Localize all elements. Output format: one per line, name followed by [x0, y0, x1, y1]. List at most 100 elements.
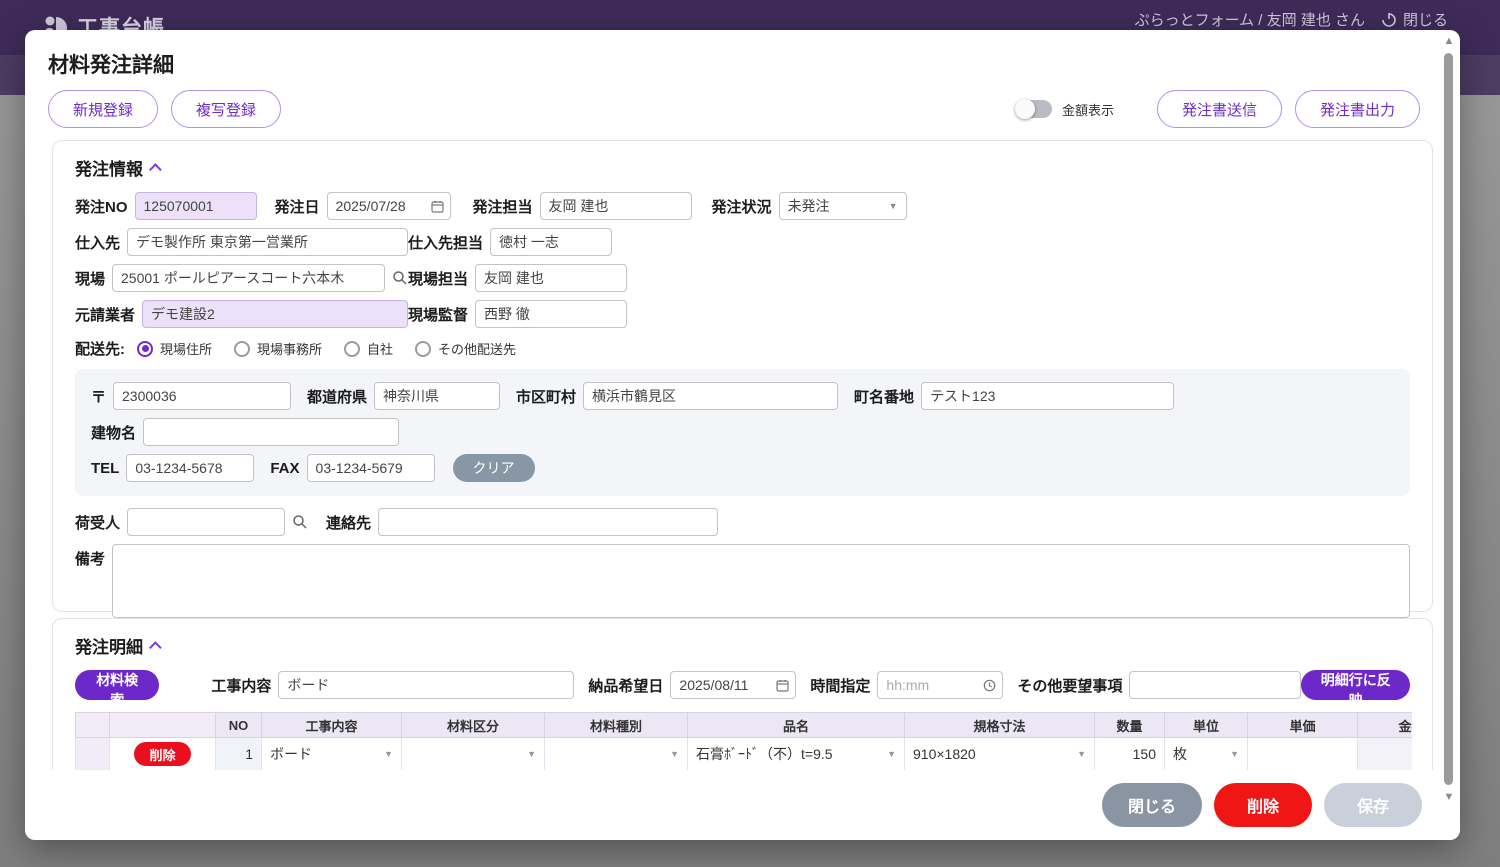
- order-detail-table-wrap: NO 工事内容 材料区分 材料種別 品名 規格寸法 数量 単位 単価 金額: [75, 712, 1412, 770]
- header-user-info: ぷらっとフォーム / 友岡 建也 さん: [1135, 9, 1365, 30]
- modal-toolbar: 新規登録 複写登録 金額表示 発注書送信 発注書出力: [48, 88, 1420, 130]
- order-staff-field[interactable]: [540, 192, 692, 220]
- col-no: NO: [216, 713, 262, 738]
- order-date-field[interactable]: [327, 192, 451, 220]
- radio-icon: [234, 341, 250, 357]
- row-material-category-select[interactable]: ▼: [410, 749, 536, 759]
- fax-field[interactable]: [307, 454, 435, 482]
- col-unit: 単位: [1165, 713, 1248, 738]
- material-order-detail-modal: 材料発注詳細 新規登録 複写登録 金額表示 発注書送信 発注書出力 発注情報 発…: [25, 30, 1460, 840]
- remarks-field[interactable]: [112, 544, 1410, 618]
- order-status-select[interactable]: 未発注 ▼: [779, 192, 907, 220]
- radio-icon: [137, 341, 153, 357]
- supplier-staff-label: 仕入先担当: [408, 232, 483, 253]
- col-sliver: [76, 713, 110, 738]
- apply-to-rows-button[interactable]: 明細行に反映: [1301, 670, 1410, 700]
- copy-register-button[interactable]: 複写登録: [171, 90, 281, 128]
- row-quantity[interactable]: 150: [1095, 738, 1165, 771]
- street-label: 町名番地: [854, 386, 914, 407]
- site-supervisor-field[interactable]: [475, 300, 627, 328]
- other-requests-field[interactable]: [1129, 671, 1301, 699]
- col-quantity: 数量: [1095, 713, 1165, 738]
- street-field[interactable]: [921, 382, 1174, 410]
- search-icon[interactable]: [392, 270, 408, 286]
- col-unit-price: 単価: [1248, 713, 1358, 738]
- row-amount: [1358, 738, 1413, 771]
- radio-other-destination[interactable]: その他配送先: [415, 339, 516, 358]
- scrollbar-thumb[interactable]: [1444, 53, 1453, 785]
- logout-icon: [1381, 12, 1397, 28]
- col-work-content: 工事内容: [262, 713, 402, 738]
- supplier-field[interactable]: [127, 228, 408, 256]
- row-unit-select[interactable]: 枚▼: [1173, 744, 1239, 764]
- city-field[interactable]: [583, 382, 838, 410]
- row-delete-button[interactable]: 削除: [134, 742, 190, 766]
- modal-scrollbar[interactable]: ▲ ▼: [1442, 35, 1456, 803]
- modal-footer: 閉じる 削除 保存: [25, 770, 1460, 840]
- modal-scroll-area: 材料発注詳細 新規登録 複写登録 金額表示 発注書送信 発注書出力 発注情報 発…: [25, 30, 1460, 770]
- page-title: 材料発注詳細: [48, 49, 174, 79]
- row-spec-size-select[interactable]: 910×1820▼: [913, 746, 1086, 762]
- chevron-up-icon[interactable]: [149, 641, 162, 654]
- chevron-up-icon[interactable]: [149, 163, 162, 176]
- col-action: [110, 713, 216, 738]
- col-product-name: 品名: [688, 713, 905, 738]
- export-order-sheet-button[interactable]: 発注書出力: [1295, 90, 1420, 128]
- tel-field[interactable]: [126, 454, 254, 482]
- order-no-field[interactable]: [135, 192, 257, 220]
- scroll-up-arrow-icon[interactable]: ▲: [1443, 35, 1455, 47]
- toggle-knob-icon: [1015, 99, 1035, 119]
- radio-site-office[interactable]: 現場事務所: [234, 339, 322, 358]
- caret-down-icon: ▼: [527, 749, 536, 759]
- time-spec-field[interactable]: [877, 671, 1003, 699]
- prefecture-field[interactable]: [374, 382, 500, 410]
- supplier-staff-field[interactable]: [490, 228, 612, 256]
- save-button[interactable]: 保存: [1324, 783, 1422, 827]
- send-order-sheet-button[interactable]: 発注書送信: [1157, 90, 1282, 128]
- site-field[interactable]: [112, 264, 385, 292]
- delivery-date-field[interactable]: [670, 671, 796, 699]
- material-search-button[interactable]: 材料検索: [75, 670, 159, 700]
- delete-button[interactable]: 削除: [1214, 783, 1312, 827]
- caret-down-icon: ▼: [889, 201, 898, 211]
- close-button[interactable]: 閉じる: [1102, 783, 1202, 827]
- radio-site-address[interactable]: 現場住所: [137, 339, 212, 358]
- order-status-label: 発注状況: [712, 196, 772, 217]
- scroll-down-arrow-icon[interactable]: ▼: [1443, 791, 1455, 803]
- header-right: ぷらっとフォーム / 友岡 建也 さん 閉じる: [1135, 9, 1448, 30]
- row-product-name-select[interactable]: 石膏ﾎﾞｰﾄﾞ（不）t=9.5▼: [696, 744, 896, 764]
- fax-label: FAX: [270, 460, 299, 477]
- building-field[interactable]: [143, 418, 399, 446]
- prefecture-label: 都道府県: [307, 386, 367, 407]
- prime-contractor-label: 元請業者: [75, 304, 135, 325]
- consignee-label: 荷受人: [75, 512, 120, 533]
- consignee-field[interactable]: [127, 508, 285, 536]
- work-content-field[interactable]: [278, 671, 574, 699]
- caret-down-icon: ▼: [1077, 749, 1086, 759]
- row-work-content-select[interactable]: ボード▼: [270, 744, 393, 764]
- order-detail-heading: 発注明細: [75, 633, 143, 658]
- order-info-section: 発注情報 発注NO 発注日: [52, 140, 1433, 612]
- amount-display-toggle[interactable]: [1016, 100, 1052, 118]
- tel-label: TEL: [91, 460, 119, 477]
- order-no-label: 発注NO: [75, 196, 128, 217]
- order-date-label: 発注日: [275, 196, 320, 217]
- search-icon[interactable]: [292, 514, 308, 530]
- row-unit-price[interactable]: [1248, 738, 1358, 771]
- row-material-type-select[interactable]: ▼: [553, 749, 679, 759]
- site-staff-label: 現場担当: [408, 268, 468, 289]
- postal-field[interactable]: [113, 382, 291, 410]
- site-staff-field[interactable]: [475, 264, 627, 292]
- radio-own-company[interactable]: 自社: [344, 339, 393, 358]
- time-spec-label: 時間指定: [810, 675, 870, 696]
- caret-down-icon: ▼: [670, 749, 679, 759]
- prime-contractor-field[interactable]: [142, 300, 408, 328]
- col-material-type: 材料種別: [545, 713, 688, 738]
- amount-display-label: 金額表示: [1062, 100, 1114, 119]
- site-supervisor-label: 現場監督: [408, 304, 468, 325]
- new-register-button[interactable]: 新規登録: [48, 90, 158, 128]
- clear-address-button[interactable]: クリア: [453, 454, 535, 482]
- contact-field[interactable]: [378, 508, 718, 536]
- row-no: 1: [216, 738, 262, 771]
- header-close-button[interactable]: 閉じる: [1381, 9, 1448, 30]
